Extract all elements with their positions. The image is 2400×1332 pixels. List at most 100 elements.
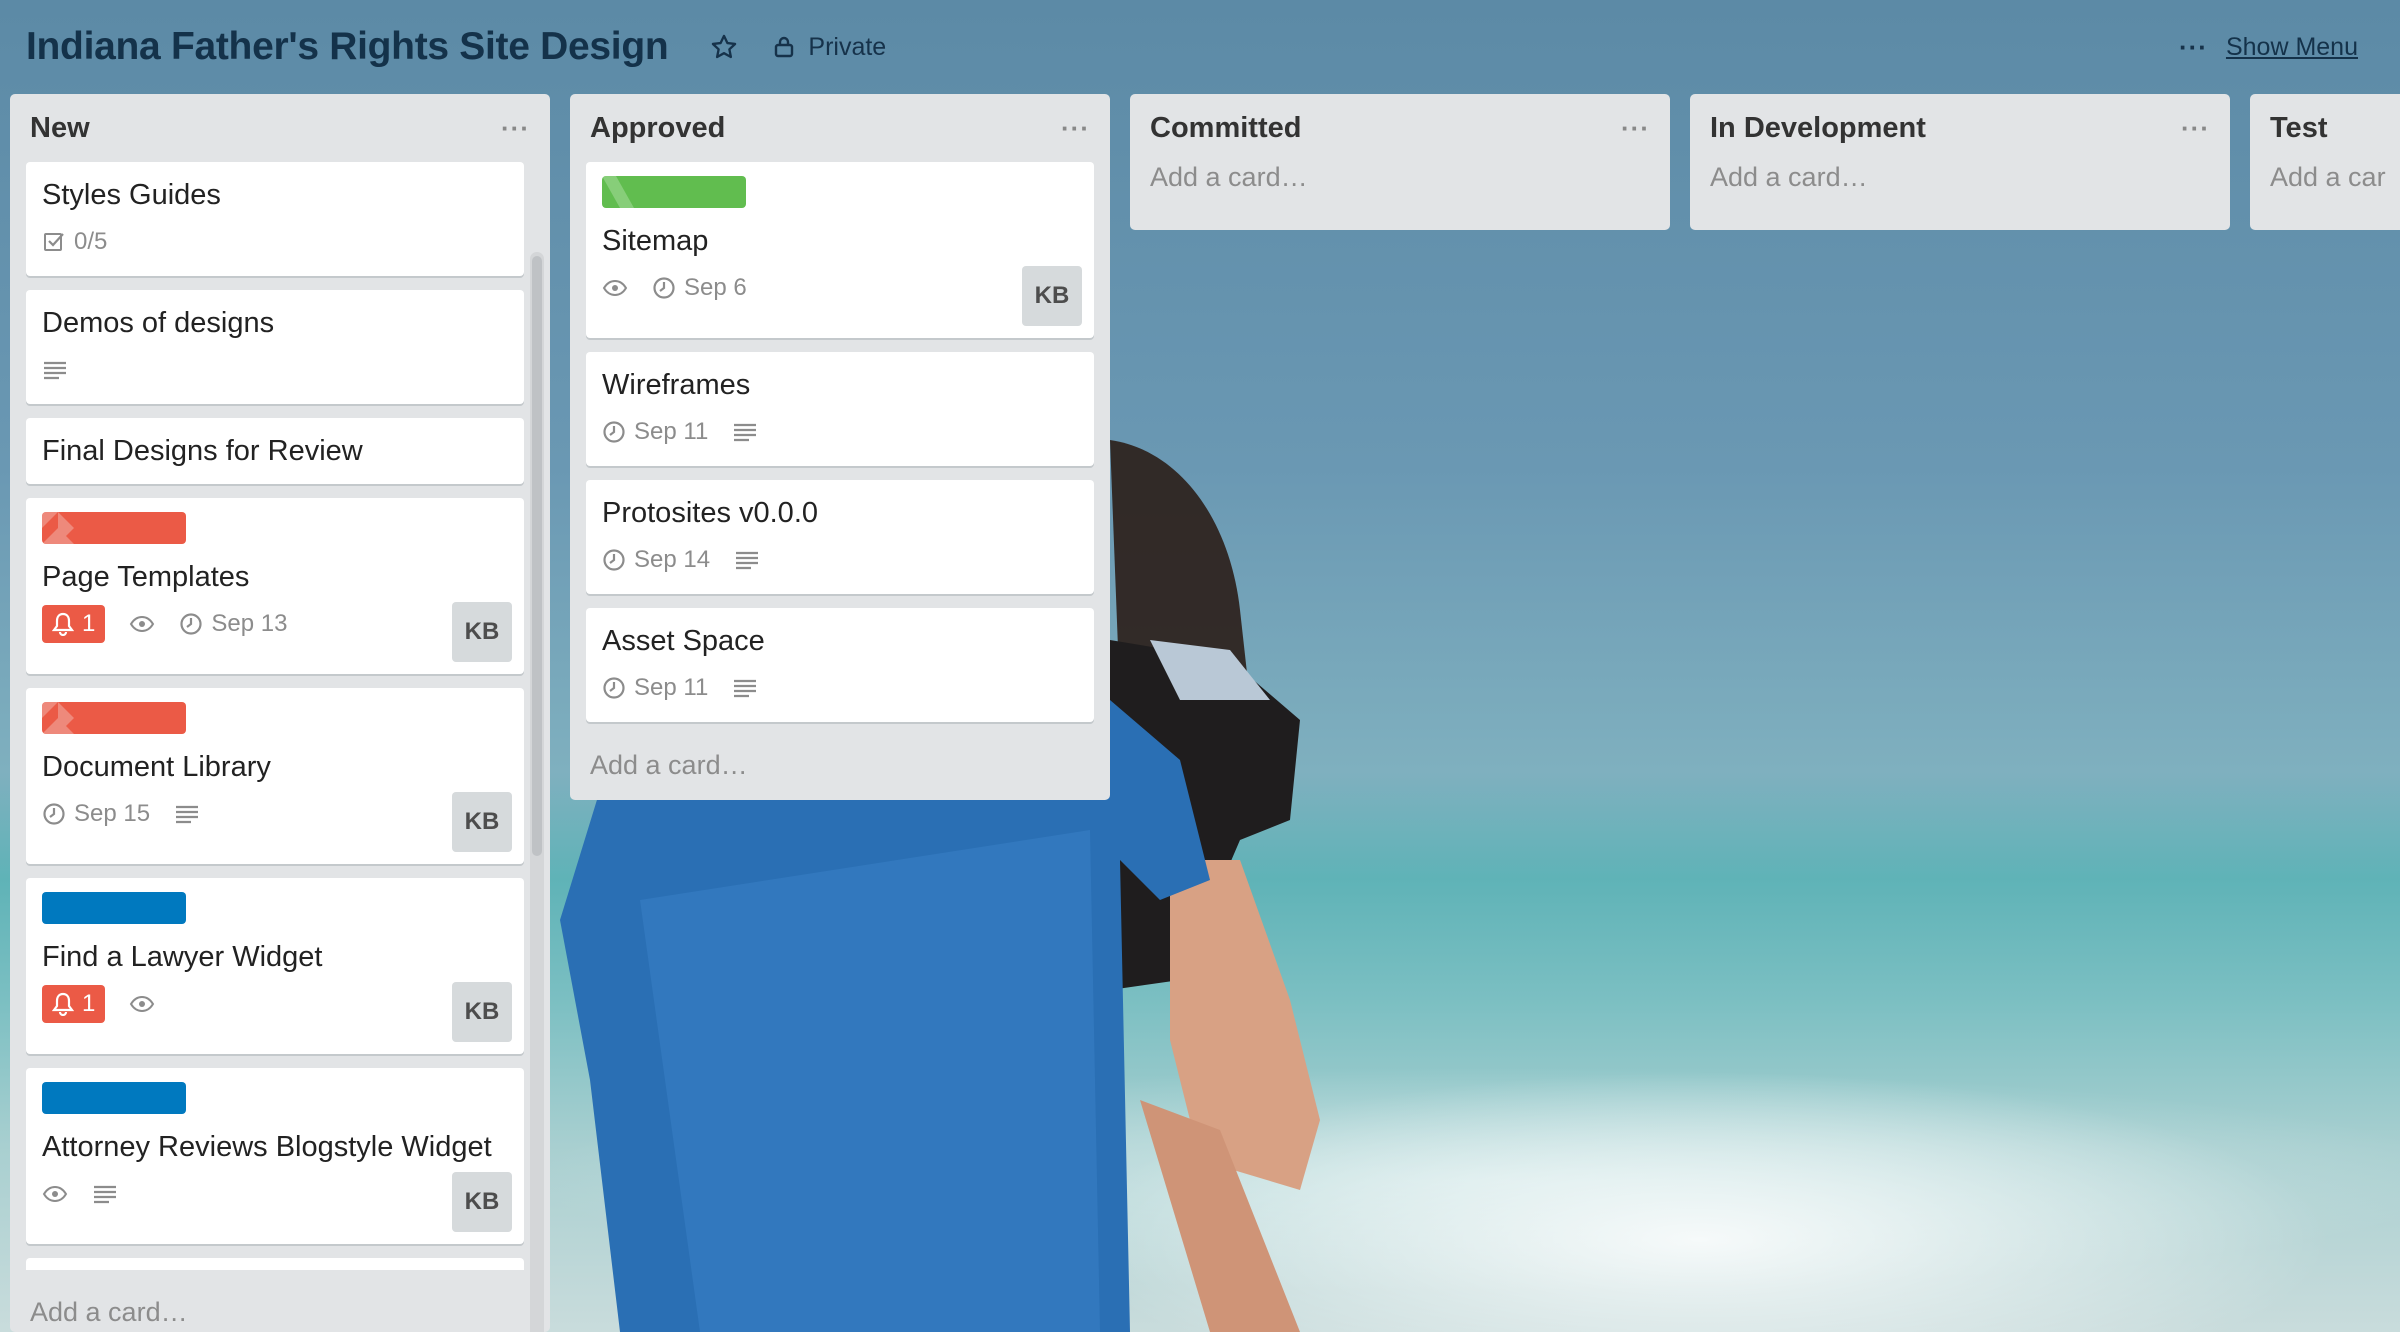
eye-icon <box>130 615 155 633</box>
clock-icon <box>43 803 65 825</box>
show-menu-link[interactable]: Show Menu <box>2226 33 2358 62</box>
member-avatar[interactable]: KB <box>1022 266 1082 326</box>
card[interactable] <box>26 1258 524 1270</box>
bell-icon <box>52 992 74 1016</box>
list-menu-button[interactable]: ··· <box>501 113 530 144</box>
list-menu-button[interactable]: ··· <box>1621 113 1650 144</box>
due-date: Sep 14 <box>634 546 711 573</box>
clock-icon <box>603 677 625 699</box>
card-label-blue <box>42 892 186 924</box>
eye-icon <box>42 1185 68 1203</box>
member-avatar[interactable]: KB <box>452 982 512 1042</box>
card-label-red <box>42 702 186 734</box>
add-card-button[interactable]: Add a car <box>2250 162 2400 193</box>
list-test: Test Add a car <box>2250 94 2400 230</box>
due-date-badge: Sep 6 <box>652 274 747 302</box>
card[interactable]: Document Library Sep 15 KB <box>26 688 524 864</box>
notification-count: 1 <box>82 990 96 1017</box>
list-title[interactable]: Test <box>2270 112 2327 145</box>
list-header: Committed ··· <box>1130 94 1670 162</box>
list-committed: Committed ··· Add a card… <box>1130 94 1670 230</box>
due-date-badge: Sep 13 <box>179 610 287 638</box>
due-date: Sep 15 <box>74 800 151 827</box>
bell-icon <box>52 612 74 636</box>
card[interactable]: Find a Lawyer Widget 1 KB <box>26 878 524 1054</box>
card-title: Styles Guides <box>42 179 221 211</box>
scroll-thumb[interactable] <box>532 256 542 856</box>
add-card-button[interactable]: Add a card… <box>1690 162 2230 193</box>
list-header: New ··· <box>10 94 550 162</box>
card[interactable]: Asset Space Sep 11 <box>586 608 1094 722</box>
clock-icon <box>180 613 202 635</box>
list-title[interactable]: Approved <box>590 112 725 145</box>
card-title: Find a Lawyer Widget <box>42 941 323 973</box>
card[interactable]: Final Designs for Review <box>26 418 524 484</box>
eye-icon <box>130 995 155 1013</box>
card-title: Demos of designs <box>42 307 275 339</box>
card-title: Asset Space <box>602 625 765 657</box>
description-badge <box>174 802 200 826</box>
list-header: In Development ··· <box>1690 94 2230 162</box>
lock-icon <box>775 36 794 58</box>
list-header: Approved ··· <box>570 94 1110 162</box>
list-menu-button[interactable]: ··· <box>1061 113 1090 144</box>
description-badge <box>92 1182 118 1206</box>
due-date-badge: Sep 15 <box>42 800 150 828</box>
add-card-button[interactable]: Add a card… <box>570 736 1110 781</box>
due-date-badge: Sep 14 <box>602 546 710 574</box>
due-date: Sep 6 <box>684 274 747 301</box>
description-icon <box>176 805 199 824</box>
description-icon <box>736 551 759 570</box>
add-card-button[interactable]: Add a card… <box>10 1297 208 1328</box>
menu-dots-icon[interactable]: ··· <box>2179 32 2208 63</box>
card[interactable]: Attorney Reviews Blogstyle Widget KB <box>26 1068 524 1244</box>
notification-count: 1 <box>82 610 96 637</box>
card-title: Final Designs for Review <box>42 435 363 467</box>
description-badge <box>42 358 68 382</box>
due-date: Sep 11 <box>634 418 709 445</box>
member-avatar[interactable]: KB <box>452 1172 512 1232</box>
description-icon <box>44 361 66 380</box>
member-avatar[interactable]: KB <box>452 792 512 852</box>
eye-icon <box>602 279 628 297</box>
card-title: Sitemap <box>602 225 709 257</box>
description-icon <box>734 679 757 698</box>
due-date-badge: Sep 11 <box>602 418 708 446</box>
card[interactable]: Wireframes Sep 11 <box>586 352 1094 466</box>
watch-badge <box>129 994 155 1014</box>
watch-badge <box>42 1184 68 1204</box>
card[interactable]: Demos of designs <box>26 290 524 404</box>
card[interactable]: Styles Guides 0/5 <box>26 162 524 276</box>
notification-badge: 1 <box>42 985 106 1023</box>
due-date: Sep 13 <box>211 610 288 637</box>
list-title[interactable]: In Development <box>1710 112 1926 145</box>
card[interactable]: Sitemap Sep 6 KB <box>586 162 1094 338</box>
description-badge <box>732 420 758 444</box>
clock-icon <box>603 549 625 571</box>
board-header: Indiana Father's Rights Site Design Priv… <box>0 0 2400 94</box>
notification-badge: 1 <box>42 605 106 643</box>
card-title: Attorney Reviews Blogstyle Widget <box>42 1131 492 1163</box>
due-date-badge: Sep 11 <box>602 674 708 702</box>
card[interactable]: Protosites v0.0.0 Sep 14 <box>586 480 1094 594</box>
list-title[interactable]: Committed <box>1150 112 1301 145</box>
list-menu-button[interactable]: ··· <box>2181 113 2210 144</box>
list-title[interactable]: New <box>30 112 90 145</box>
board-title[interactable]: Indiana Father's Rights Site Design <box>26 25 669 69</box>
visibility-button[interactable]: Private <box>772 33 886 62</box>
card-label-red <box>42 512 186 544</box>
card-title: Wireframes <box>602 369 751 401</box>
star-button[interactable] <box>706 29 742 65</box>
list-scrollbar[interactable] <box>530 252 544 1332</box>
member-avatar[interactable]: KB <box>452 602 512 662</box>
card[interactable]: Page Templates 1 Sep 13 KB <box>26 498 524 674</box>
due-date: Sep 11 <box>634 674 709 701</box>
list-in-development: In Development ··· Add a card… <box>1690 94 2230 230</box>
description-icon <box>734 423 757 442</box>
clock-icon <box>603 421 625 443</box>
checklist-count: 0/5 <box>74 228 108 255</box>
add-card-button[interactable]: Add a card… <box>1130 162 1670 193</box>
list-approved: Approved ··· Sitemap Sep 6 KB Wireframes… <box>570 94 1110 800</box>
description-badge <box>734 548 760 572</box>
visibility-label: Private <box>808 32 887 61</box>
